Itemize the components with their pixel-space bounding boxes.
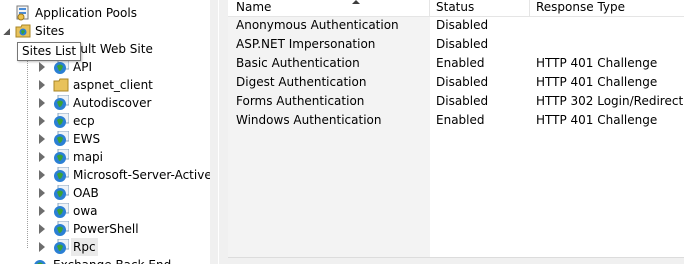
- tree-item-label: EWS: [73, 132, 101, 146]
- connections-tree[interactable]: Application Pools Sites ault Web Site AP…: [0, 0, 210, 264]
- tree-item-exchange-back-end[interactable]: Exchange Back End: [0, 256, 210, 264]
- tree-item-label: Exchange Back End: [53, 256, 171, 264]
- cell-response-type: HTTP 401 Challenge: [536, 75, 658, 89]
- globe-icon: [54, 59, 69, 74]
- expand-arrow-icon[interactable]: [39, 116, 45, 126]
- globe-icon: [54, 239, 69, 254]
- list-row[interactable]: ASP.NET Impersonation Disabled: [228, 35, 684, 54]
- pane-splitter[interactable]: [210, 0, 228, 264]
- list-row[interactable]: Basic Authentication Enabled HTTP 401 Ch…: [228, 54, 684, 73]
- column-header-response-type[interactable]: Response Type: [530, 0, 684, 16]
- expand-arrow-icon[interactable]: [39, 98, 45, 108]
- globe-icon: [54, 203, 69, 218]
- globe-icon: [54, 185, 69, 200]
- cell-status: Enabled: [436, 56, 485, 70]
- sites-folder-icon: [15, 24, 31, 38]
- globe-icon: [54, 149, 69, 164]
- column-header-name[interactable]: Name: [230, 0, 428, 16]
- tree-item-label: aspnet_client: [73, 78, 153, 92]
- cell-name: Windows Authentication: [236, 113, 382, 127]
- expand-arrow-icon[interactable]: [39, 206, 45, 216]
- tree-item-label: Rpc: [71, 238, 98, 256]
- expand-arrow-icon[interactable]: [39, 134, 45, 144]
- expand-arrow-icon[interactable]: [39, 188, 45, 198]
- list-row[interactable]: Forms Authentication Disabled HTTP 302 L…: [228, 92, 684, 111]
- cell-name: ASP.NET Impersonation: [236, 37, 376, 51]
- cell-status: Disabled: [436, 18, 489, 32]
- tree-item-label: ault Web Site: [73, 42, 153, 56]
- globe-icon: [54, 113, 69, 128]
- list-row[interactable]: Digest Authentication Disabled HTTP 401 …: [228, 73, 684, 92]
- cell-status: Disabled: [436, 75, 489, 89]
- expand-arrow-icon[interactable]: [39, 170, 45, 180]
- tree-item-mapi[interactable]: mapi: [0, 148, 210, 166]
- authentication-list[interactable]: Name Status Response Type Anonymous Auth…: [228, 0, 684, 264]
- expand-arrow-icon[interactable]: [39, 224, 45, 234]
- globe-icon: [34, 260, 46, 264]
- application-pools-icon: [16, 5, 29, 21]
- tree-item-label: PowerShell: [73, 222, 139, 236]
- tree-item-label: mapi: [73, 150, 103, 164]
- sites-list-tooltip: Sites List: [17, 42, 82, 61]
- tree-item-sites[interactable]: Sites: [0, 22, 210, 40]
- cell-response-type: HTTP 401 Challenge: [536, 113, 658, 127]
- cell-name: Forms Authentication: [236, 94, 365, 108]
- tree-item-label: OAB: [73, 186, 99, 200]
- expand-arrow-icon[interactable]: [39, 80, 45, 90]
- cell-status: Disabled: [436, 94, 489, 108]
- cell-name: Digest Authentication: [236, 75, 367, 89]
- tree-item-label: Sites: [35, 24, 65, 38]
- column-header-status[interactable]: Status: [430, 0, 528, 16]
- expand-arrow-icon[interactable]: [39, 242, 45, 252]
- tree-item-autodiscover[interactable]: Autodiscover: [0, 94, 210, 112]
- list-bottom-edge: [228, 257, 684, 264]
- list-header: Name Status Response Type: [228, 0, 684, 17]
- cell-status: Enabled: [436, 113, 485, 127]
- globe-icon: [54, 221, 69, 236]
- globe-icon: [54, 167, 69, 182]
- list-row[interactable]: Anonymous Authentication Disabled: [228, 16, 684, 35]
- tree-item-label: Application Pools: [35, 6, 137, 20]
- globe-icon: [54, 95, 69, 110]
- tree-item-label: Autodiscover: [73, 96, 152, 110]
- tree-item-microsoft-server-activesync[interactable]: Microsoft-Server-ActiveSy: [0, 166, 210, 184]
- expand-arrow-icon[interactable]: [39, 62, 45, 72]
- cell-name: Anonymous Authentication: [236, 18, 399, 32]
- expand-arrow-icon[interactable]: [39, 152, 45, 162]
- cell-response-type: HTTP 401 Challenge: [536, 56, 658, 70]
- folder-icon: [53, 78, 69, 92]
- tree-item-label: ecp: [73, 114, 95, 128]
- tree-item-ews[interactable]: EWS: [0, 130, 210, 148]
- collapse-arrow-icon[interactable]: [3, 28, 10, 35]
- cell-status: Disabled: [436, 37, 489, 51]
- tree-item-ecp[interactable]: ecp: [0, 112, 210, 130]
- tree-item-aspnet-client[interactable]: aspnet_client: [0, 76, 210, 94]
- list-row[interactable]: Windows Authentication Enabled HTTP 401 …: [228, 111, 684, 130]
- tree-item-rpc[interactable]: Rpc: [0, 238, 210, 256]
- tree-item-label: owa: [73, 204, 98, 218]
- tree-item-oab[interactable]: OAB: [0, 184, 210, 202]
- globe-icon: [54, 131, 69, 146]
- tree-item-label: Microsoft-Server-ActiveSy: [73, 168, 210, 182]
- tree-item-owa[interactable]: owa: [0, 202, 210, 220]
- tree-item-application-pools[interactable]: Application Pools: [0, 4, 210, 22]
- cell-name: Basic Authentication: [236, 56, 360, 70]
- tree-item-powershell[interactable]: PowerShell: [0, 220, 210, 238]
- cell-response-type: HTTP 302 Login/Redirect: [536, 94, 684, 108]
